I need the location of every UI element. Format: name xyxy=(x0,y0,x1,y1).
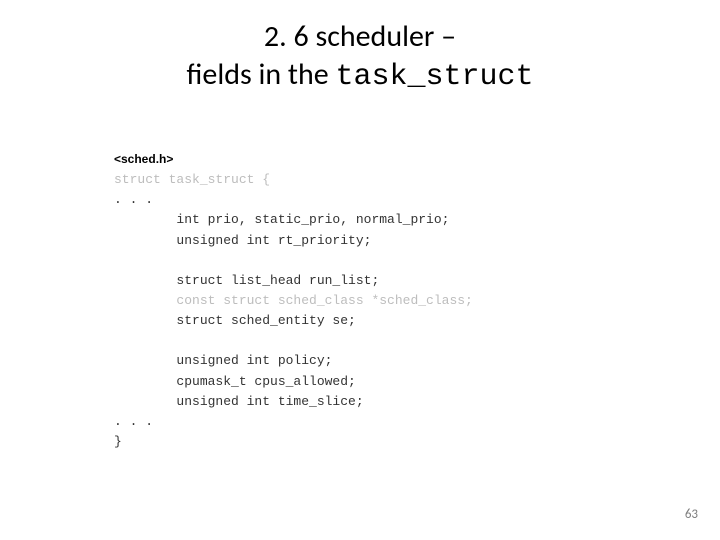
code-line-1: struct task_struct { xyxy=(114,172,270,187)
code-line-6: struct list_head run_list; xyxy=(114,273,379,288)
code-line-12: unsigned int time_slice; xyxy=(114,394,364,409)
code-line-8: struct sched_entity se; xyxy=(114,313,356,328)
code-block: <sched.h> struct task_struct { . . . int… xyxy=(114,150,634,452)
code-line-2: . . . xyxy=(114,192,153,207)
page-number: 63 xyxy=(685,507,698,522)
code-header: <sched.h> xyxy=(114,152,173,166)
code-line-3: int prio, static_prio, normal_prio; xyxy=(114,212,449,227)
title-code-word: task_struct xyxy=(335,60,533,94)
title-line-1: 2. 6 scheduler – xyxy=(264,18,456,55)
code-line-4: unsigned int rt_priority; xyxy=(114,233,371,248)
code-line-10: unsigned int policy; xyxy=(114,353,332,368)
slide-title: 2. 6 scheduler – fields in the task_stru… xyxy=(0,18,720,96)
title-line-2-prefix: fields in the xyxy=(187,56,336,93)
code-line-7: const struct sched_class *sched_class; xyxy=(114,293,473,308)
code-line-13: . . . xyxy=(114,414,153,429)
code-line-14: } xyxy=(114,434,122,449)
code-line-11: cpumask_t cpus_allowed; xyxy=(114,374,356,389)
